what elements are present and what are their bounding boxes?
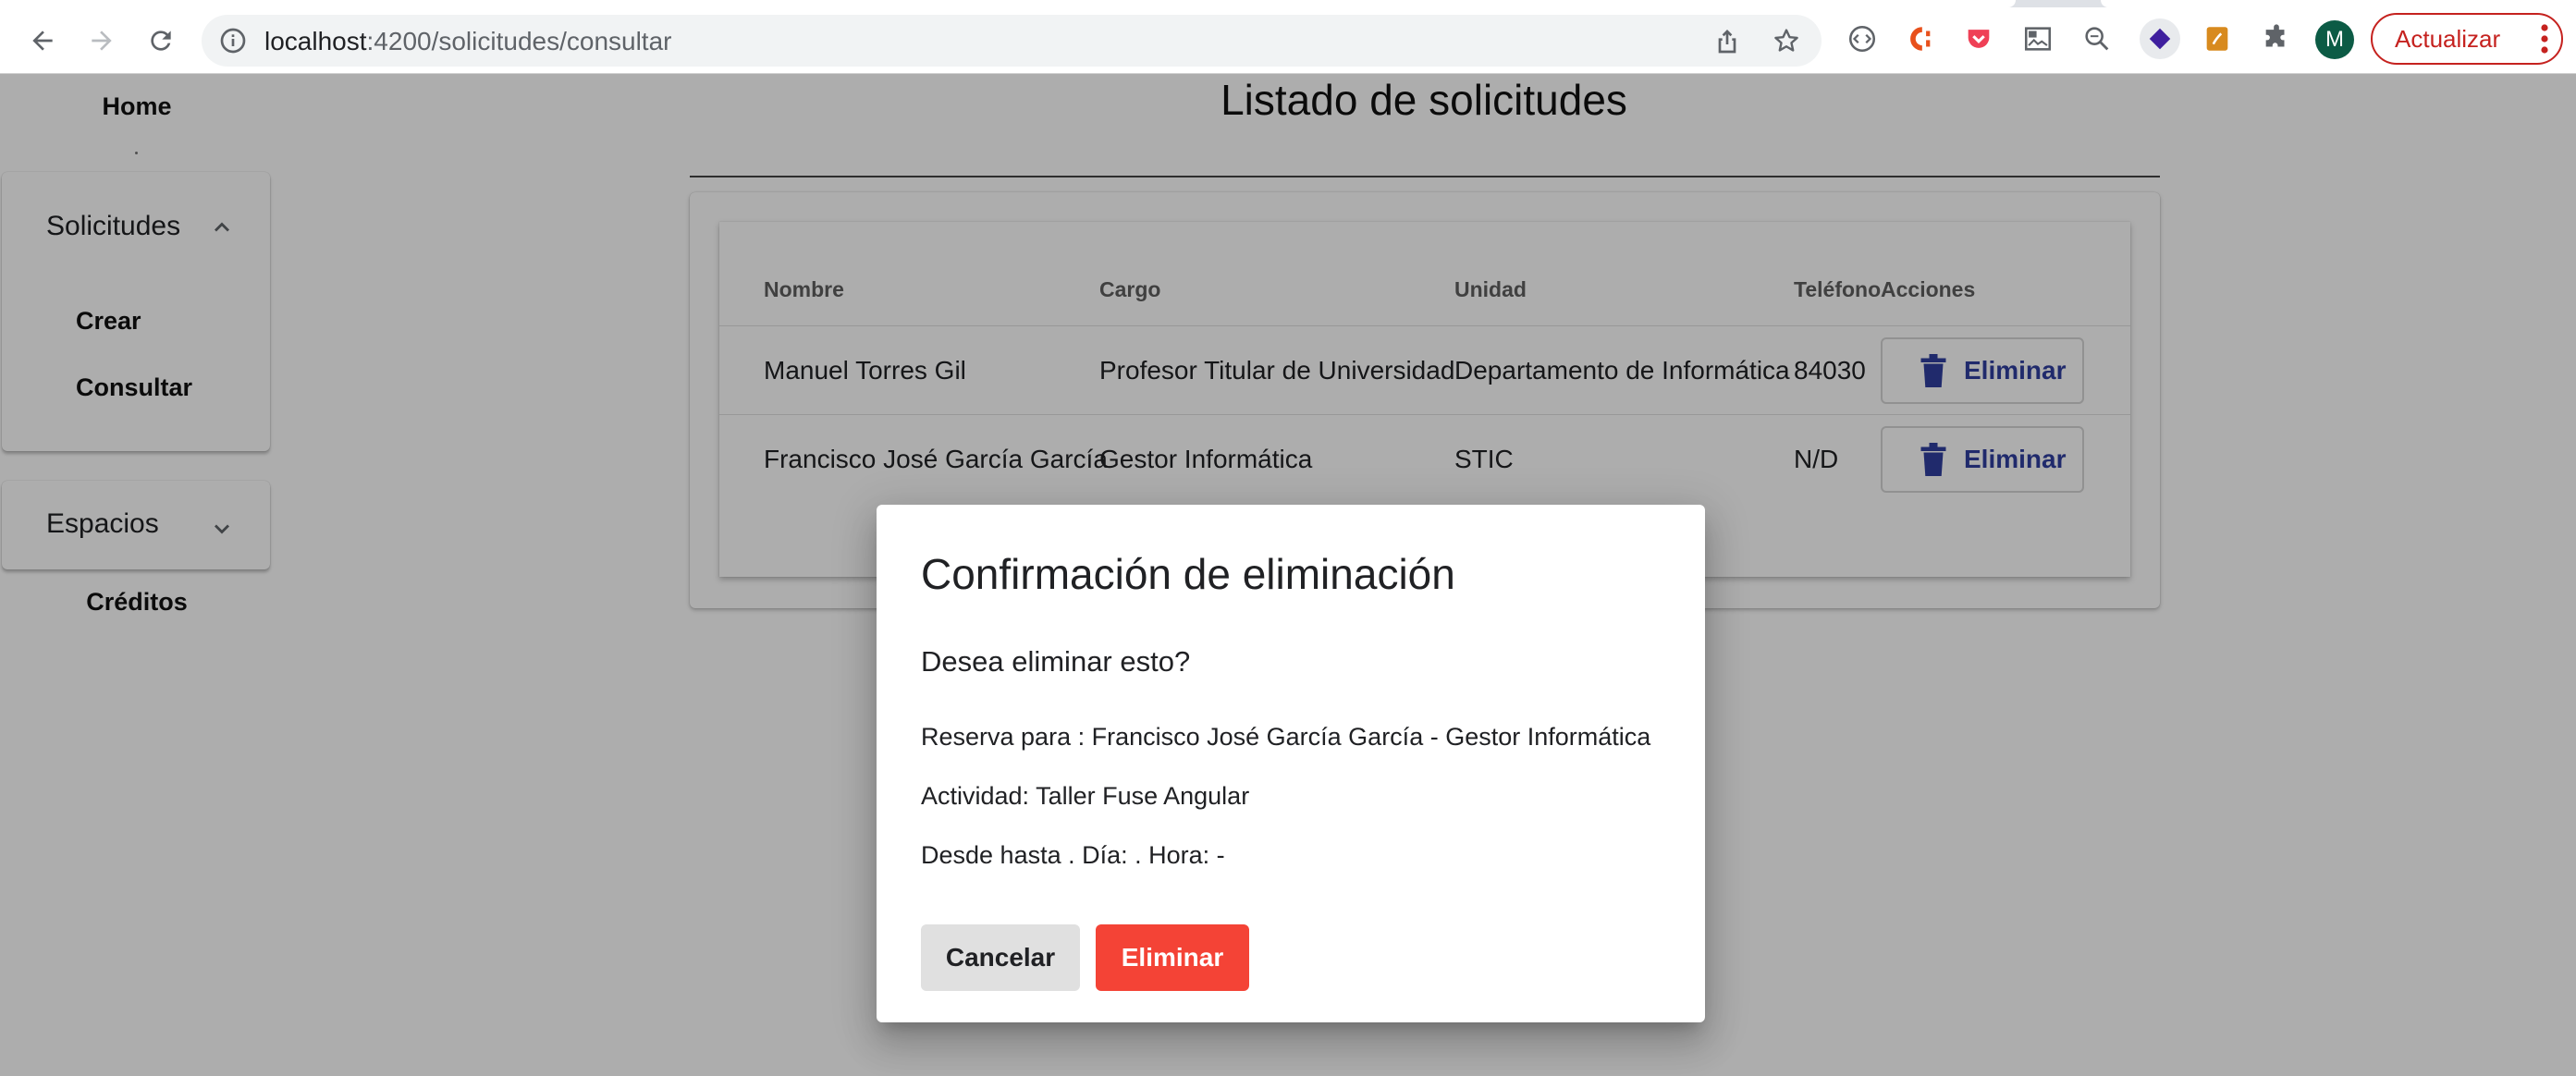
tab-strip: [0, 0, 2576, 7]
reload-icon: [151, 31, 171, 51]
url-path: :4200/solicitudes/consultar: [366, 27, 672, 55]
arrow-right-icon: [92, 31, 112, 51]
delete-confirmation-dialog: Confirmación de eliminación Desea elimin…: [877, 505, 1705, 1022]
cancel-button[interactable]: Cancelar: [921, 924, 1080, 991]
forward-button[interactable]: [78, 17, 126, 65]
url-host: localhost: [264, 27, 367, 55]
back-button[interactable]: [18, 17, 67, 65]
star-icon[interactable]: [1772, 26, 1801, 55]
kebab-menu-icon: [2541, 24, 2548, 54]
dialog-detail-actividad: Actividad: Taller Fuse Angular: [921, 782, 1250, 810]
active-tab-edge: [0, 0, 2016, 7]
confirm-delete-button[interactable]: Eliminar: [1096, 924, 1249, 991]
notes-extension-icon[interactable]: [2199, 20, 2236, 57]
layers-extension-icon[interactable]: [2140, 18, 2180, 59]
arrow-left-icon: [32, 31, 53, 51]
dialog-question: Desea eliminar esto?: [921, 645, 1191, 678]
pocket-icon[interactable]: [1960, 20, 1997, 57]
dialog-detail-horario: Desde hasta . Día: . Hora: -: [921, 841, 1225, 869]
update-label: Actualizar: [2395, 24, 2501, 53]
reload-button[interactable]: [137, 17, 185, 65]
address-bar[interactable]: localhost:4200/solicitudes/consultar: [202, 15, 1822, 67]
extension-code-icon[interactable]: [1844, 20, 1881, 57]
layout-extension-icon[interactable]: [2019, 20, 2056, 57]
info-icon[interactable]: [218, 26, 248, 55]
url-text[interactable]: localhost:4200/solicitudes/consultar: [264, 27, 672, 56]
extensions-puzzle-icon[interactable]: [2258, 20, 2295, 57]
tab-edge: [2101, 0, 2576, 7]
dialog-title: Confirmación de eliminación: [921, 550, 1455, 598]
search-extension-icon[interactable]: [2079, 20, 2116, 57]
update-button[interactable]: Actualizar: [2371, 13, 2563, 65]
browser-toolbar: localhost:4200/solicitudes/consultar M A…: [0, 0, 2576, 74]
share-icon[interactable]: [1712, 26, 1742, 55]
extension-c-icon[interactable]: [1901, 20, 1938, 57]
dialog-detail-reserva: Reserva para : Francisco José García Gar…: [921, 723, 1651, 751]
profile-avatar[interactable]: M: [2315, 20, 2354, 59]
